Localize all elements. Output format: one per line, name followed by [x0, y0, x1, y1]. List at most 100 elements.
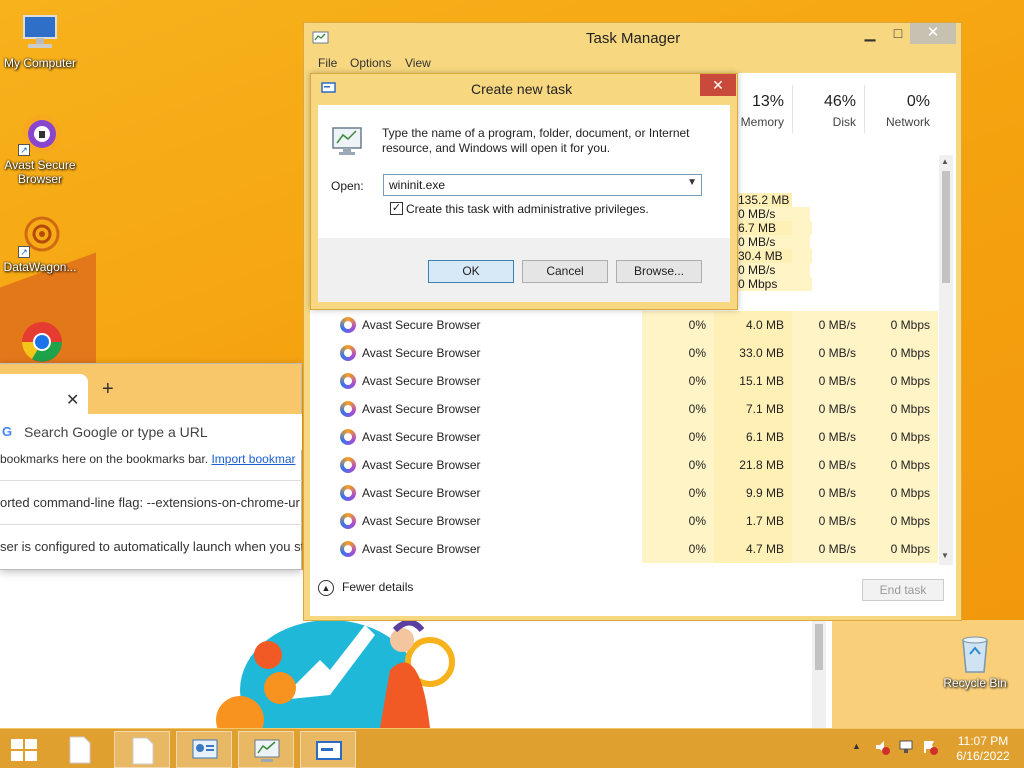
avast-browser-icon [340, 317, 356, 333]
network-cell: 0 Mbps [864, 367, 938, 395]
menu-options[interactable]: Options [350, 56, 391, 70]
avast-browser-icon: ↗ [18, 112, 62, 156]
menu-file[interactable]: File [318, 56, 337, 70]
end-task-button[interactable]: End task [862, 579, 944, 601]
desktop-icon-datawagon[interactable]: ↗ DataWagon... [0, 214, 80, 274]
open-label: Open: [331, 179, 364, 193]
fewer-details-button[interactable]: ▲ Fewer details [318, 580, 413, 596]
cpu-cell: 0% [642, 479, 714, 507]
disk-cell: 0 MB/s [738, 263, 810, 277]
task-manager-icon [332, 127, 362, 155]
browser-tab[interactable]: ✕ [0, 374, 88, 414]
desktop-icon-recycle-bin[interactable]: Recycle Bin [935, 630, 1015, 690]
table-row[interactable]: Avast Secure Browser 0% 7.1 MB 0 MB/s 0 Mbps [310, 395, 938, 423]
table-row[interactable]: Avast Secure Browser 0% 4.7 MB 0 MB/s 0 Mbps [310, 535, 938, 563]
avast-browser-icon [340, 513, 356, 529]
disk-cell: 0 MB/s [738, 235, 810, 249]
table-row[interactable]: Avast Secure Browser 0% 21.8 MB 0 MB/s 0 Mbp… [310, 451, 938, 479]
avast-browser-icon [340, 345, 356, 361]
memory-cell: 6.7 MB [738, 221, 792, 235]
dialog-close-button[interactable]: ✕ [700, 74, 736, 96]
desktop-icon-my-computer[interactable]: My Computer [0, 10, 80, 70]
table-row[interactable]: 30.4 MB 0 MB/s 0 Mbps [738, 249, 938, 291]
chevron-down-icon[interactable]: ▼ [687, 177, 697, 188]
cpu-cell: 0% [642, 311, 714, 339]
close-tab-icon[interactable]: ✕ [66, 390, 79, 410]
show-hidden-icons[interactable]: ▲ [852, 741, 861, 751]
action-center-icon[interactable] [922, 739, 938, 758]
bookmarks-bar: bookmarks here on the bookmarks bar. Imp… [0, 450, 302, 472]
minimize-button[interactable]: ▁ [856, 23, 884, 45]
avast-browser-icon [340, 429, 356, 445]
fewer-details-label: Fewer details [342, 580, 414, 595]
disk-cell: 0 MB/s [792, 423, 864, 451]
taskbar-notepad[interactable] [52, 731, 108, 768]
memory-cell: 21.8 MB [714, 451, 792, 479]
scroll-up-icon[interactable]: ▲ [941, 157, 949, 166]
run-icon [321, 82, 336, 93]
taskbar-task-manager[interactable] [238, 731, 294, 768]
start-button[interactable] [0, 731, 48, 768]
new-tab-icon[interactable]: + [102, 378, 114, 401]
admin-checkbox-label[interactable]: Create this task with administrative pri… [406, 202, 649, 216]
memory-cell: 30.4 MB [738, 249, 792, 263]
datawagon-icon: ↗ [18, 214, 62, 258]
scroll-down-icon[interactable]: ▼ [941, 551, 949, 560]
taskbar-control-panel[interactable] [176, 731, 232, 768]
network-cell: 0 Mbps [864, 507, 938, 535]
table-row[interactable]: 6.7 MB 0 MB/s 0 Mbps [738, 221, 938, 263]
table-row[interactable]: Avast Secure Browser 0% 9.9 MB 0 MB/s 0 Mbps [310, 479, 938, 507]
maximize-button[interactable]: □ [884, 23, 912, 45]
network-cell: 0 Mbps [864, 535, 938, 563]
table-row[interactable]: Avast Secure Browser 0% 15.1 MB 0 MB/s 0 Mbp… [310, 367, 938, 395]
computer-icon [18, 10, 62, 54]
disk-cell: 0 MB/s [792, 339, 864, 367]
admin-checkbox[interactable]: ✓ [390, 202, 403, 215]
disk-cell: 0 MB/s [792, 451, 864, 479]
table-row[interactable]: 135.2 MB 0 MB/s 0 Mbps [738, 193, 938, 235]
open-combobox[interactable]: wininit.exe ▼ [383, 174, 702, 196]
import-bookmarks-link[interactable]: Import bookmar [211, 452, 295, 466]
avast-browser-icon [340, 373, 356, 389]
cpu-cell: 0% [642, 535, 714, 563]
taskbar-notepad-active[interactable] [114, 731, 170, 768]
memory-cell: 4.0 MB [714, 311, 792, 339]
table-row[interactable]: Avast Secure Browser 0% 1.7 MB 0 MB/s 0 Mbps [310, 507, 938, 535]
address-bar[interactable]: G Search Google or type a URL [0, 414, 302, 450]
taskbar-run-dialog[interactable] [300, 731, 356, 768]
process-name: Avast Secure Browser [362, 458, 481, 472]
disk-cell: 0 MB/s [792, 535, 864, 563]
column-network[interactable]: 0% Network [864, 85, 938, 133]
ok-button[interactable]: OK [428, 260, 514, 283]
desktop-icon-avast-browser[interactable]: ↗ Avast Secure Browser [0, 112, 80, 186]
desktop-icon-label: Avast Secure Browser [4, 158, 76, 186]
close-button[interactable]: ✕ [910, 23, 956, 44]
disk-cell: 0 MB/s [792, 395, 864, 423]
process-name: Avast Secure Browser [362, 346, 481, 360]
browse-button[interactable]: Browse... [616, 260, 702, 283]
table-row[interactable]: Avast Secure Browser 0% 6.1 MB 0 MB/s 0 Mbps [310, 423, 938, 451]
scrollbar-thumb[interactable] [815, 624, 823, 670]
info-bar: ser is configured to automatically launc… [0, 524, 302, 568]
control-panel-icon [192, 739, 218, 759]
network-cell: 0 Mbps [864, 451, 938, 479]
scrollbar-thumb[interactable] [942, 171, 950, 283]
table-row[interactable]: Avast Secure Browser 0% 4.0 MB 0 MB/s 0 Mbps [310, 311, 938, 339]
desktop-icon-chrome[interactable] [0, 318, 80, 364]
shortcut-arrow-icon: ↗ [18, 246, 30, 258]
memory-cell: 4.7 MB [714, 535, 792, 563]
process-scrollbar[interactable]: ▲ ▼ [939, 155, 953, 565]
cpu-cell: 0% [642, 395, 714, 423]
column-disk[interactable]: 46% Disk [792, 85, 864, 133]
window-title: Task Manager [586, 30, 681, 47]
column-memory[interactable]: 13% Memory [730, 85, 792, 133]
network-icon[interactable] [898, 739, 914, 758]
system-clock[interactable]: 11:07 PM 6/16/2022 [952, 734, 1014, 764]
menu-view[interactable]: View [405, 56, 431, 70]
disk-cell: 0 MB/s [738, 207, 810, 221]
cancel-button[interactable]: Cancel [522, 260, 608, 283]
title-bar[interactable]: Task Manager ▁ □ ✕ [304, 23, 961, 53]
volume-muted-icon[interactable] [874, 739, 890, 758]
recycle-bin-icon [953, 630, 997, 674]
table-row[interactable]: Avast Secure Browser 0% 33.0 MB 0 MB/s 0 Mbp… [310, 339, 938, 367]
